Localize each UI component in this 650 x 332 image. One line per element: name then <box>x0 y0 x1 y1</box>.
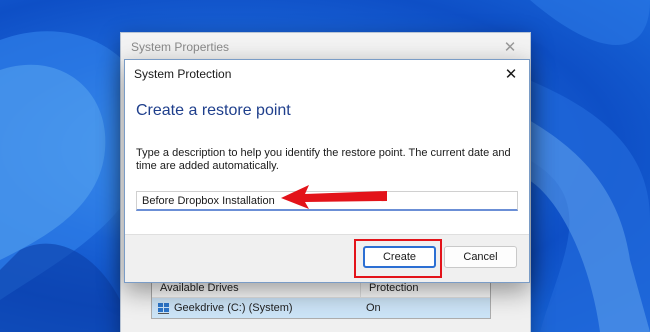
cancel-button[interactable]: Cancel <box>444 246 517 268</box>
system-properties-title: System Properties <box>131 40 230 54</box>
protection-status: On <box>366 302 381 314</box>
dialog-titlebar: System Protection ✕ <box>125 60 529 88</box>
dialog-footer: Create Cancel <box>125 234 529 282</box>
table-row[interactable]: Geekdrive (C:) (System) On <box>152 298 490 318</box>
restore-point-description-input[interactable]: Before Dropbox Installation <box>136 191 518 211</box>
create-button[interactable]: Create <box>363 246 436 268</box>
protection-column-header[interactable]: Protection <box>361 282 419 294</box>
system-protection-dialog: System Protection ✕ Create a restore poi… <box>124 59 530 283</box>
drive-cell: Geekdrive (C:) (System) <box>152 302 358 314</box>
system-properties-close-icon[interactable]: ✕ <box>500 38 520 56</box>
dialog-close-icon[interactable]: ✕ <box>501 65 521 83</box>
dialog-heading: Create a restore point <box>136 102 291 119</box>
drive-icon <box>158 302 170 314</box>
available-drives-table: Available Drives Protection Geekdrive (C… <box>151 277 491 319</box>
dialog-description: Type a description to help you identify … <box>136 147 511 172</box>
system-properties-titlebar: System Properties ✕ <box>121 33 530 61</box>
drive-name: Geekdrive (C:) (System) <box>174 302 293 314</box>
dialog-title: System Protection <box>134 67 232 81</box>
